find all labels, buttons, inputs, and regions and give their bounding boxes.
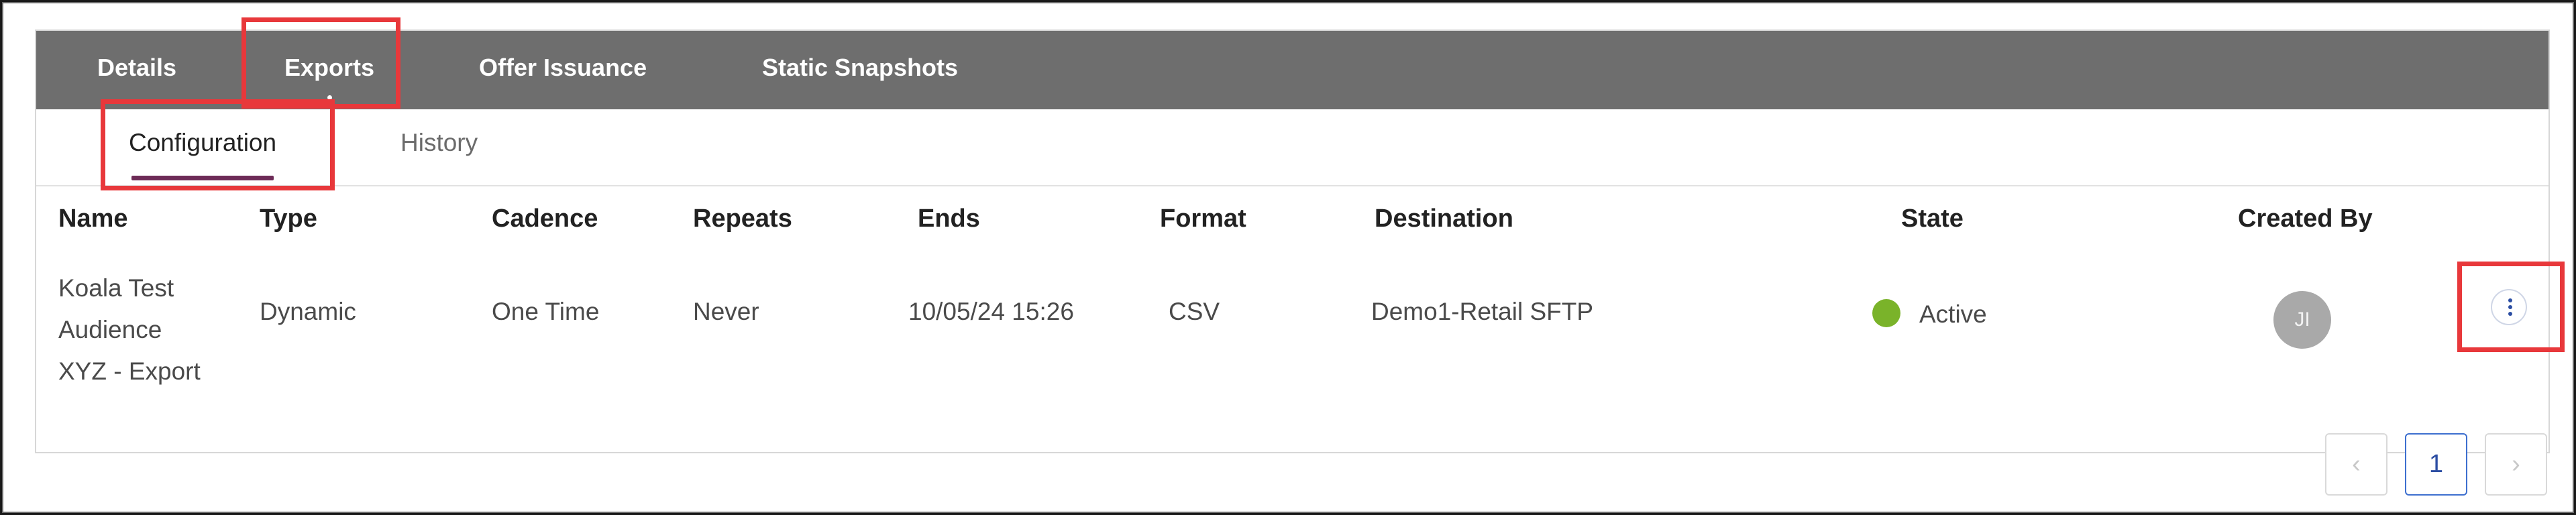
table-row[interactable]: Koala Test Audience XYZ - Export Dynamic… [36,251,2548,396]
active-subtab-underline [131,176,274,180]
page-number: 1 [2428,450,2444,478]
column-header-ends[interactable]: Ends [918,186,980,251]
column-header-state[interactable]: State [1901,186,1964,251]
avatar: JI [2273,291,2331,349]
cell-destination: Demo1-Retail SFTP [1371,298,1594,325]
cell-ends: 10/05/24 15:26 [908,298,1074,325]
cell-cadence: One Time [492,298,600,325]
page-1-button[interactable]: 1 [2405,433,2467,496]
subtab-configuration[interactable]: Configuration [129,109,276,185]
kebab-dot [2508,305,2512,309]
next-page-button[interactable]: › [2485,433,2547,496]
tab-exports-label: Exports [284,54,375,81]
column-header-format[interactable]: Format [1160,186,1246,251]
cell-repeats: Never [693,298,759,325]
tab-offer-issuance[interactable]: Offer Issuance [479,31,647,109]
tab-static-snapshots[interactable]: Static Snapshots [762,31,958,109]
sub-tab-bar: Configuration History [36,109,2548,186]
chevron-right-icon: › [2512,450,2520,478]
subtab-history-label: History [400,129,478,156]
exports-panel: Details Exports Offer Issuance Static Sn… [35,17,2565,496]
kebab-dot [2508,312,2512,316]
column-header-destination[interactable]: Destination [1375,186,1513,251]
tab-exports[interactable]: Exports [284,31,374,109]
column-header-type[interactable]: Type [260,186,317,251]
subtab-history[interactable]: History [400,109,478,185]
name-line: XYZ - Export [58,357,201,385]
top-tab-bar: Details Exports Offer Issuance Static Sn… [36,31,2548,109]
kebab-menu-icon[interactable] [2491,289,2527,325]
subtab-configuration-label: Configuration [129,129,277,156]
cell-state: Active [1872,251,1987,396]
tab-static-snapshots-label: Static Snapshots [762,54,959,81]
prev-page-button[interactable]: ‹ [2325,433,2387,496]
name-line: Koala Test [58,274,174,302]
avatar-initials: JI [2294,308,2310,331]
column-header-name[interactable]: Name [58,186,128,251]
column-header-repeats[interactable]: Repeats [693,186,792,251]
kebab-dot [2508,298,2512,302]
cell-name: Koala Test Audience XYZ - Export [58,268,239,392]
name-line: Audience [58,316,162,343]
tab-details-label: Details [97,54,177,81]
column-header-cadence[interactable]: Cadence [492,186,598,251]
column-header-created-by[interactable]: Created By [2238,186,2373,251]
tab-details[interactable]: Details [97,31,176,109]
status-label: Active [1919,300,1987,328]
tab-offer-issuance-label: Offer Issuance [479,54,647,81]
chevron-left-icon: ‹ [2352,450,2361,478]
cell-format: CSV [1169,298,1220,325]
window-frame: Details Exports Offer Issuance Static Sn… [0,0,2576,515]
status-active-indicator [1872,299,1900,328]
table-header: Name Type Cadence Repeats Ends Format De… [36,186,2548,252]
active-tab-indicator [327,95,333,100]
cell-type: Dynamic [260,298,356,325]
